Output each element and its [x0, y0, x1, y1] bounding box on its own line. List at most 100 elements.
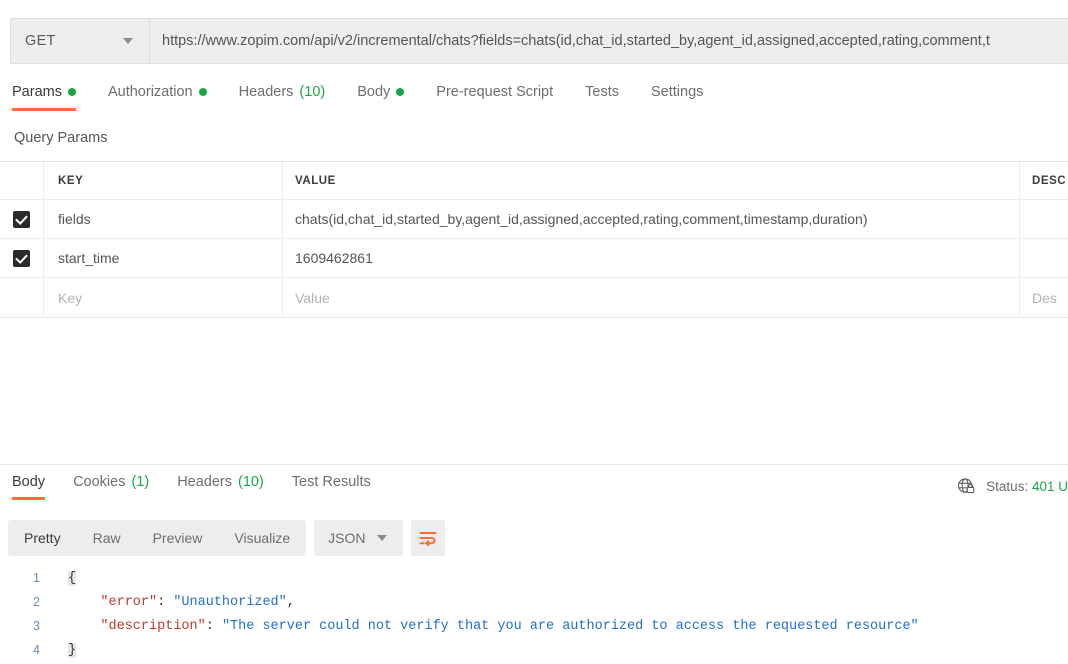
chevron-down-icon — [123, 38, 133, 44]
tab-body[interactable]: Body — [341, 84, 420, 111]
view-mode-pretty[interactable]: Pretty — [8, 520, 77, 556]
response-format-label: JSON — [328, 530, 366, 546]
param-enabled-checkbox[interactable] — [13, 289, 30, 306]
row-key-cell[interactable]: start_time — [44, 239, 283, 277]
tab-headers-count: (10) — [299, 84, 326, 100]
line-number: 1 — [33, 571, 40, 585]
row-description-cell[interactable] — [1020, 239, 1068, 277]
table-row: fields chats(id,chat_id,started_by,agent… — [0, 200, 1068, 239]
header-cell-description: DESC — [1032, 174, 1067, 187]
tab-settings[interactable]: Settings — [635, 84, 719, 111]
table-row: start_time 1609462861 — [0, 239, 1068, 278]
response-tab-cookies-count: (1) — [131, 474, 150, 490]
new-param-description-input[interactable]: Des — [1020, 278, 1068, 317]
wrap-text-button[interactable] — [410, 520, 445, 556]
header-cell-value: VALUE — [283, 162, 1020, 199]
new-param-value-input[interactable]: Value — [283, 278, 1020, 317]
wrap-text-icon — [419, 532, 437, 546]
code-line-content: { — [48, 570, 77, 586]
response-tab-cookies[interactable]: Cookies (1) — [59, 474, 163, 500]
json-colon: : — [157, 594, 174, 610]
json-comma: , — [286, 594, 295, 610]
url-input[interactable]: https://www.zopim.com/api/v2/incremental… — [150, 18, 1068, 64]
http-method-label: GET — [25, 33, 56, 49]
view-mode-raw[interactable]: Raw — [77, 520, 137, 556]
response-tab-headers-count: (10) — [238, 474, 264, 490]
row-checkbox-cell — [0, 278, 44, 317]
tab-authorization[interactable]: Authorization — [92, 84, 223, 111]
line-number: 3 — [33, 619, 40, 633]
status-code: 401 U — [1031, 478, 1068, 494]
response-tab-body[interactable]: Body — [6, 474, 59, 500]
row-checkbox-cell — [0, 200, 44, 238]
response-tab-test-results[interactable]: Test Results — [278, 474, 385, 500]
response-tab-cookies-label: Cookies — [73, 474, 126, 490]
param-value-value: 1609462861 — [295, 250, 373, 266]
response-tab-body-label: Body — [12, 474, 46, 490]
tab-params[interactable]: Params — [12, 84, 92, 111]
modified-dot-icon — [396, 88, 405, 96]
http-method-dropdown[interactable]: GET — [10, 18, 150, 64]
tab-authorization-label: Authorization — [107, 84, 193, 100]
request-tabs: Params Authorization Headers (10) Body P… — [0, 84, 1068, 117]
status-label: Status: — [986, 478, 1029, 494]
new-param-description-placeholder: Des — [1032, 289, 1057, 306]
code-line-content: "error": "Unauthorized", — [48, 594, 295, 610]
tab-headers-label: Headers — [238, 84, 294, 100]
tab-pre-request-script[interactable]: Pre-request Script — [420, 84, 569, 111]
url-bar: GET https://www.zopim.com/api/v2/increme… — [10, 18, 1068, 64]
globe-lock-icon[interactable] — [956, 476, 976, 496]
line-number: 2 — [33, 595, 40, 609]
response-toolbar: Pretty Raw Preview Visualize JSON — [8, 520, 445, 556]
json-open-brace: { — [68, 570, 77, 586]
tab-pre-request-script-label: Pre-request Script — [436, 84, 554, 100]
response-tab-test-results-label: Test Results — [291, 474, 371, 490]
response-status-area: Status: 401 U — [956, 476, 1068, 496]
line-number: 4 — [33, 643, 40, 657]
param-enabled-checkbox[interactable] — [13, 249, 30, 267]
new-param-key-placeholder: Key — [58, 289, 83, 306]
response-tabs: Body Cookies (1) Headers (10) Test Resul… — [0, 474, 930, 506]
json-string-value: "Unauthorized" — [173, 594, 287, 610]
param-key-value: start_time — [58, 250, 120, 266]
table-header-row: KEY VALUE DESC — [0, 162, 1068, 200]
response-view-mode-group: Pretty Raw Preview Visualize — [8, 520, 307, 556]
code-line: 4 } — [0, 638, 1068, 662]
row-value-cell[interactable]: chats(id,chat_id,started_by,agent_id,ass… — [283, 200, 1020, 238]
code-line-content: } — [48, 642, 77, 658]
param-key-value: fields — [58, 211, 91, 227]
row-key-cell[interactable]: fields — [44, 200, 283, 238]
tab-tests-label: Tests — [585, 84, 619, 100]
json-close-brace: } — [68, 642, 77, 658]
chevron-down-icon — [376, 535, 387, 541]
tab-headers[interactable]: Headers (10) — [223, 84, 342, 111]
code-line-content: "description": "The server could not ver… — [48, 618, 919, 634]
header-cell-checkbox — [0, 162, 44, 199]
response-tab-headers-label: Headers — [177, 474, 232, 490]
row-description-cell[interactable] — [1020, 200, 1068, 238]
tab-body-label: Body — [357, 84, 391, 100]
modified-dot-icon — [67, 88, 76, 96]
tab-tests[interactable]: Tests — [569, 84, 635, 111]
tab-params-label: Params — [12, 84, 62, 100]
new-param-key-input[interactable]: Key — [44, 278, 283, 317]
response-body-code[interactable]: 1 { 2 "error": "Unauthorized", 3 "descri… — [0, 566, 1068, 664]
response-format-dropdown[interactable]: JSON — [314, 520, 403, 556]
param-enabled-checkbox[interactable] — [13, 210, 30, 228]
status-badge: Status: 401 U — [986, 479, 1068, 494]
row-value-cell[interactable]: 1609462861 — [283, 239, 1020, 277]
tab-settings-label: Settings — [650, 84, 704, 100]
json-colon: : — [205, 618, 222, 634]
view-mode-visualize[interactable]: Visualize — [218, 520, 306, 556]
table-row-empty: Key Value Des — [0, 278, 1068, 317]
json-string-value: "The server could not verify that you ar… — [221, 618, 919, 634]
row-checkbox-cell — [0, 239, 44, 277]
json-key: "description" — [100, 618, 206, 634]
response-tab-headers[interactable]: Headers (10) — [163, 474, 278, 500]
modified-dot-icon — [198, 88, 207, 96]
code-line: 3 "description": "The server could not v… — [0, 614, 1068, 638]
code-line: 1 { — [0, 566, 1068, 590]
query-params-table: KEY VALUE DESC fields chats(id,chat_id,s… — [0, 161, 1068, 318]
view-mode-preview[interactable]: Preview — [137, 520, 219, 556]
response-divider — [0, 464, 1068, 465]
